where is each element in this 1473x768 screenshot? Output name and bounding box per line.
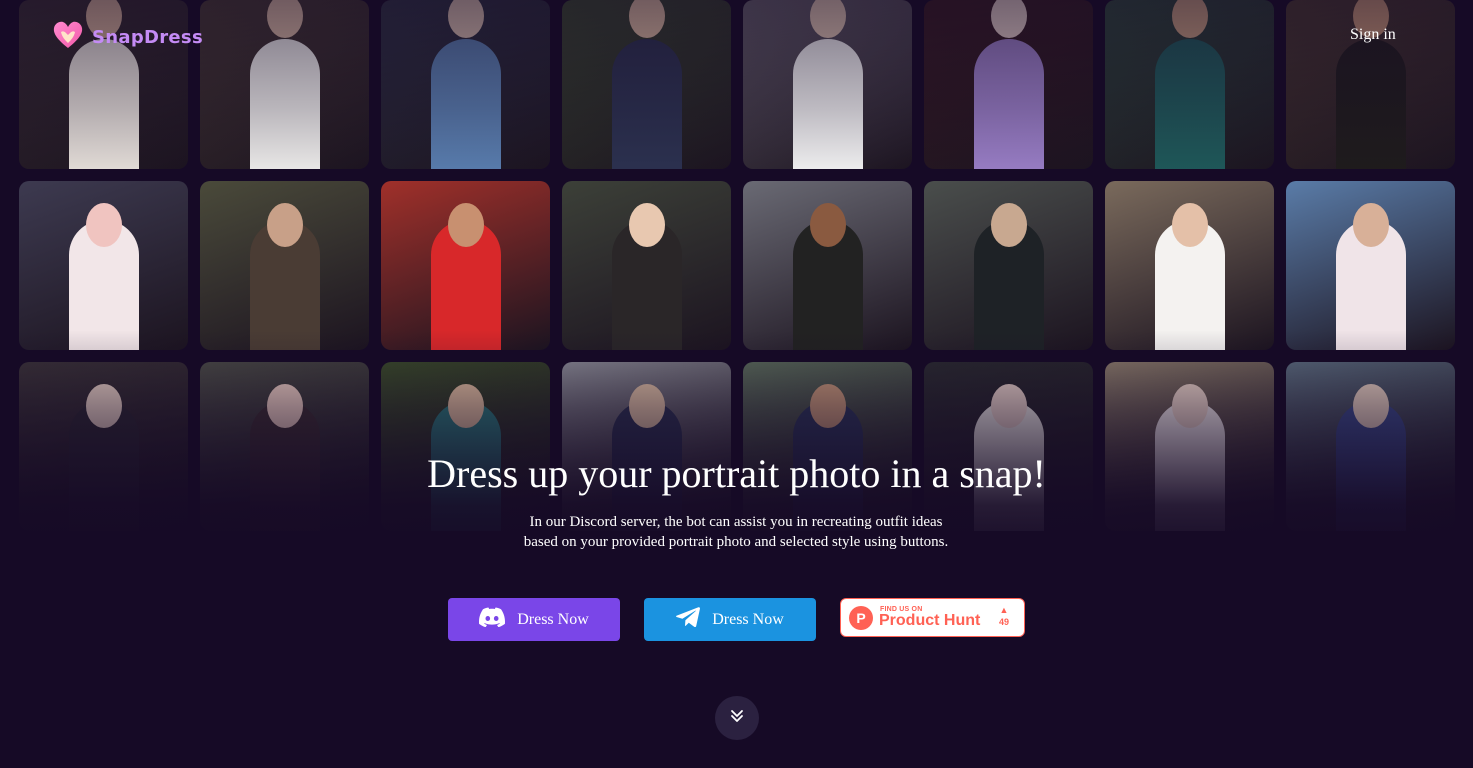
portrait-face [447, 203, 484, 247]
discord-dress-now-button[interactable]: Dress Now [448, 598, 620, 641]
gallery-photo [743, 362, 912, 531]
portrait-face [1352, 384, 1389, 428]
gallery-photo [1286, 181, 1455, 350]
portrait-face [628, 203, 665, 247]
portrait-face [990, 0, 1027, 38]
upvote-arrow-icon: ▲ [999, 605, 1009, 615]
gallery-photo [19, 362, 188, 531]
discord-button-label: Dress Now [517, 610, 589, 628]
hero-subtitle-line-2: based on your provided portrait photo an… [523, 534, 949, 550]
gallery-photo [381, 362, 550, 531]
telegram-button-label: Dress Now [712, 610, 784, 628]
gallery-photo [200, 0, 369, 169]
gallery-photo [924, 362, 1093, 531]
gallery-photo [924, 181, 1093, 350]
product-hunt-votes: ▲ 49 [996, 606, 1012, 629]
photo-gallery [0, 0, 1473, 768]
portrait-face [1352, 203, 1389, 247]
gallery-photo [1105, 181, 1274, 350]
gallery-photo [562, 0, 731, 169]
gallery-photo [381, 0, 550, 169]
portrait-face [447, 0, 484, 38]
portrait-outfit [792, 39, 863, 169]
portrait-face [1171, 0, 1208, 38]
gallery-photo [381, 181, 550, 350]
portrait-face [266, 384, 303, 428]
hero-subtitle-line-1: In our Discord server, the bot can assis… [529, 514, 943, 530]
gallery-photo [200, 362, 369, 531]
page: SnapDress Sign in Dress up your portrait… [0, 0, 1473, 768]
brand-name: SnapDress [92, 27, 203, 48]
sign-in-link[interactable]: Sign in [1350, 26, 1396, 44]
portrait-face [85, 203, 122, 247]
gallery-photo [562, 362, 731, 531]
product-hunt-logo-icon: P [849, 606, 873, 630]
portrait-face [85, 384, 122, 428]
telegram-dress-now-button[interactable]: Dress Now [644, 598, 816, 641]
portrait-face [628, 0, 665, 38]
portrait-face [266, 0, 303, 38]
chevrons-down-icon [729, 708, 745, 729]
portrait-face [809, 0, 846, 38]
portrait-face [628, 384, 665, 428]
gallery-photo [743, 181, 912, 350]
portrait-outfit [68, 39, 139, 169]
discord-icon [479, 607, 506, 632]
portrait-outfit [249, 39, 320, 169]
product-hunt-badge[interactable]: P FIND US ON Product Hunt ▲ 49 [840, 598, 1025, 637]
portrait-face [1171, 203, 1208, 247]
gallery-photo [200, 181, 369, 350]
hero-subtitle: In our Discord server, the bot can assis… [486, 512, 986, 552]
product-hunt-vote-count: 49 [998, 617, 1009, 627]
telegram-icon [676, 607, 701, 632]
heart-logo-icon [52, 20, 84, 55]
portrait-face [809, 384, 846, 428]
gallery-photo [19, 181, 188, 350]
portrait-outfit [973, 39, 1044, 169]
gallery-photo [743, 0, 912, 169]
portrait-face [266, 203, 303, 247]
gallery-photo [1105, 0, 1274, 169]
portrait-outfit [1335, 39, 1406, 169]
portrait-face [990, 384, 1027, 428]
portrait-face [1171, 384, 1208, 428]
gallery-photo [1286, 362, 1455, 531]
portrait-face [447, 384, 484, 428]
portrait-outfit [1154, 39, 1225, 169]
portrait-face [990, 203, 1027, 247]
portrait-face [809, 203, 846, 247]
gallery-photo [1105, 362, 1274, 531]
gallery-photo [562, 181, 731, 350]
portrait-outfit [611, 39, 682, 169]
scroll-down-button[interactable] [715, 696, 759, 740]
product-hunt-name: Product Hunt [879, 612, 981, 629]
gallery-photo [924, 0, 1093, 169]
hero-title: Dress up your portrait photo in a snap! [427, 451, 1046, 496]
brand-logo[interactable]: SnapDress [52, 20, 203, 55]
portrait-outfit [430, 39, 501, 169]
